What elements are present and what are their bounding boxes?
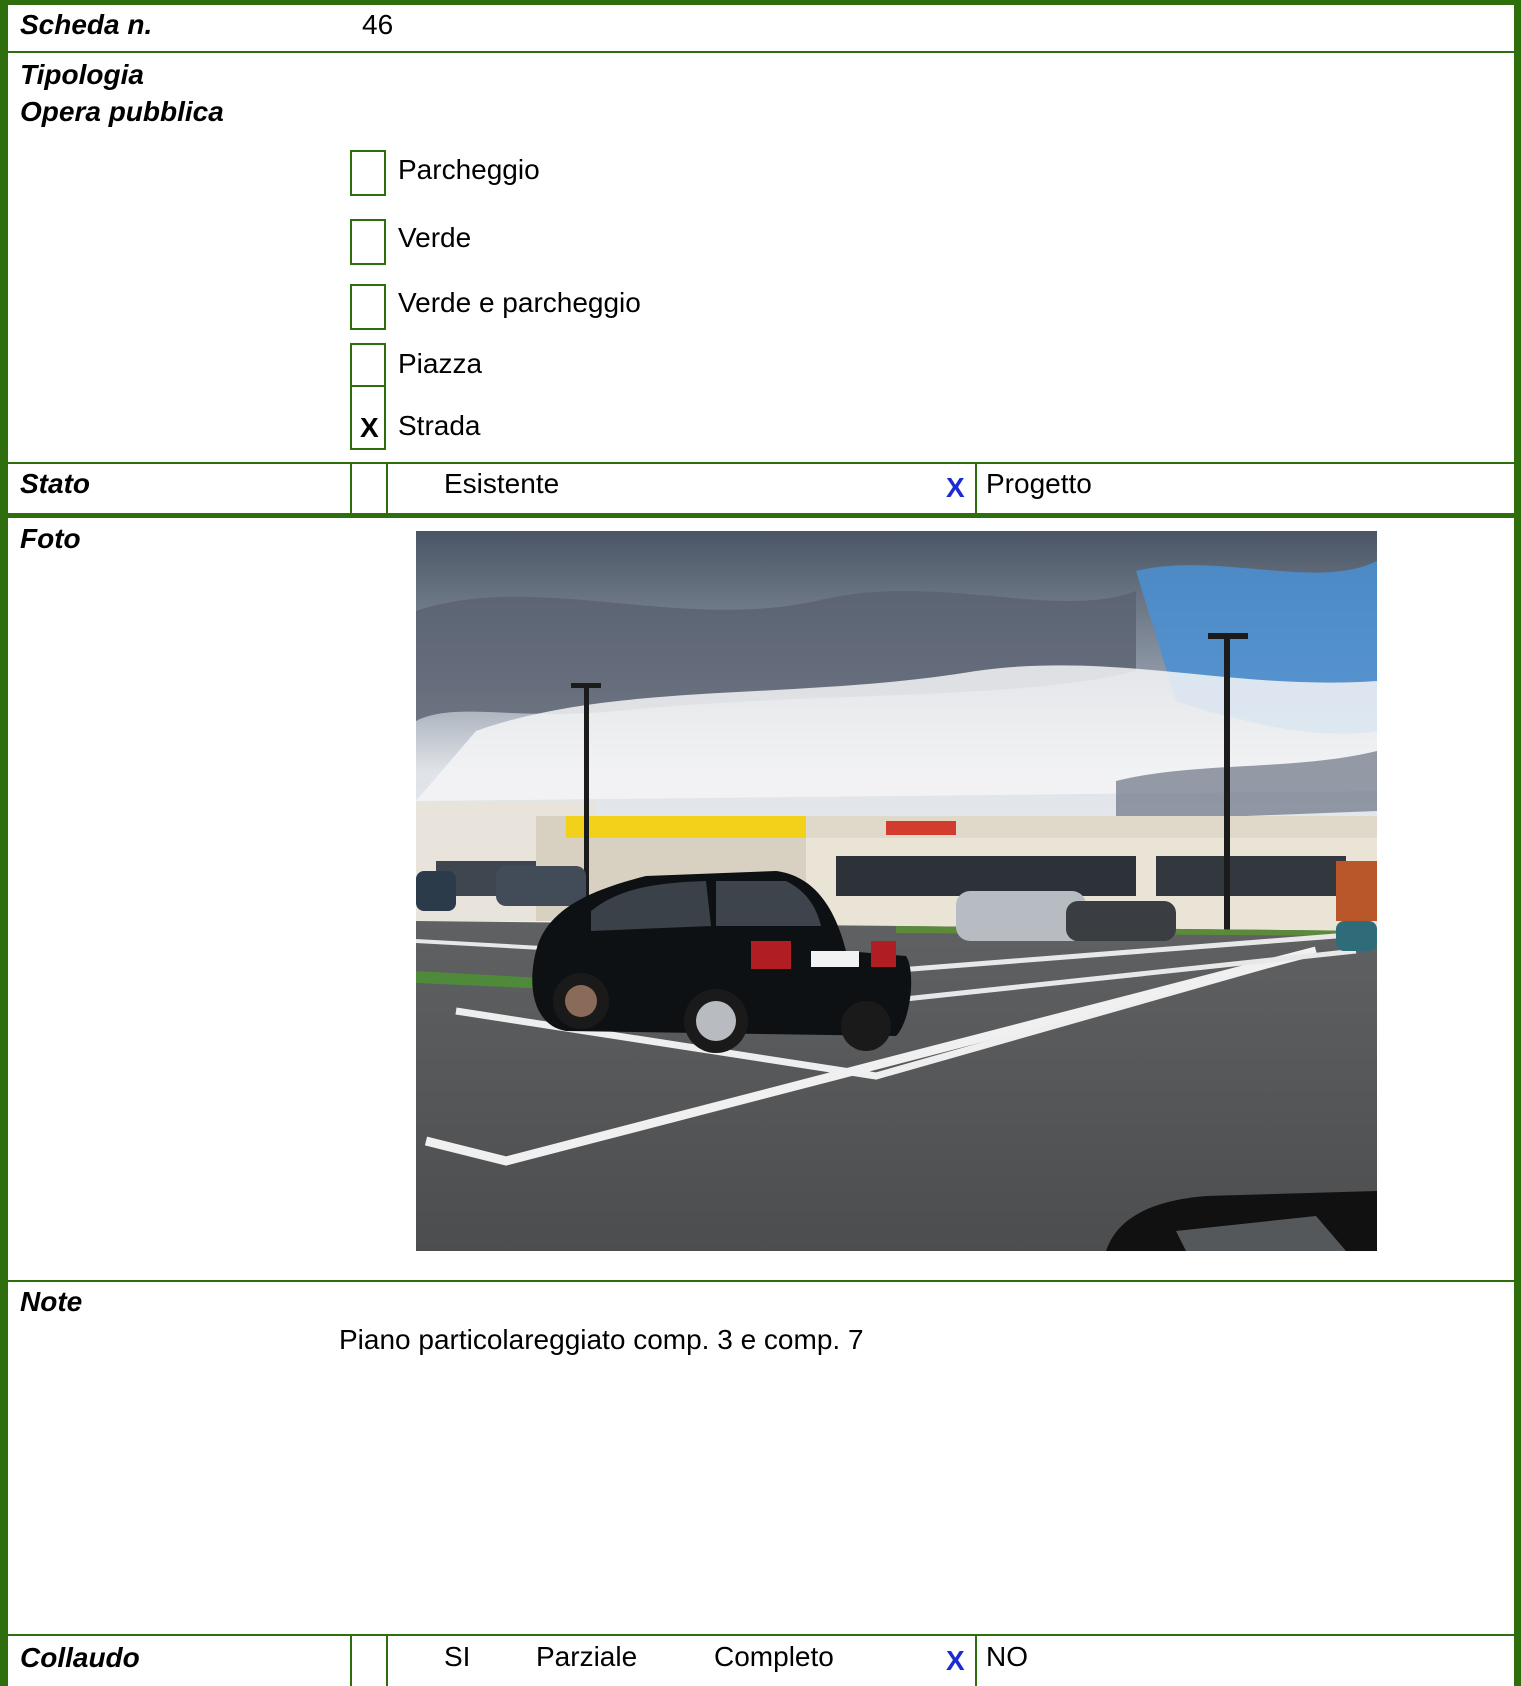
scheda-divider bbox=[328, 0, 350, 5]
tipologia-label: Tipologia bbox=[20, 59, 144, 90]
collaudo-completo-label[interactable]: Completo bbox=[714, 1640, 834, 1674]
collaudo-divider-c bbox=[975, 1634, 977, 1686]
progetto-mark[interactable]: X bbox=[946, 472, 965, 504]
row-divider-3 bbox=[8, 513, 1514, 518]
collaudo-divider-b bbox=[386, 1634, 388, 1686]
row-divider-4 bbox=[8, 1280, 1514, 1282]
collaudo-no-label[interactable]: NO bbox=[986, 1640, 1028, 1674]
photo-image bbox=[416, 531, 1377, 1251]
collaudo-label: Collaudo bbox=[20, 1642, 140, 1673]
border-right bbox=[1514, 0, 1521, 1686]
collaudo-si-label[interactable]: SI bbox=[444, 1640, 470, 1674]
checkbox-strada[interactable]: X bbox=[350, 385, 386, 450]
collaudo-divider-a bbox=[350, 1634, 352, 1686]
border-left bbox=[0, 0, 8, 1686]
option-parcheggio-label: Parcheggio bbox=[398, 154, 540, 185]
stato-divider-b bbox=[386, 462, 388, 514]
stato-progetto-label[interactable]: Progetto bbox=[986, 467, 1092, 501]
tipologia-sublabel: Opera pubblica bbox=[20, 96, 224, 127]
option-piazza-label: Piazza bbox=[398, 348, 483, 379]
option-verde-e-parcheggio-label: Verde e parcheggio bbox=[398, 287, 641, 318]
row-divider-1 bbox=[8, 51, 1514, 53]
checkbox-piazza[interactable] bbox=[350, 343, 386, 387]
row-divider-2 bbox=[8, 462, 1514, 464]
scheda-form: Scheda n. 46 Tipologia Opera pubblica Pa… bbox=[0, 0, 1521, 1686]
checkbox-verde[interactable] bbox=[350, 219, 386, 265]
stato-divider-a bbox=[350, 462, 352, 514]
scheda-label: Scheda n. bbox=[20, 9, 153, 40]
stato-esistente-label[interactable]: Esistente bbox=[444, 467, 559, 501]
scheda-number: 46 bbox=[362, 9, 394, 40]
collaudo-parziale-label[interactable]: Parziale bbox=[536, 1640, 637, 1674]
stato-label: Stato bbox=[20, 468, 90, 499]
stato-divider-c bbox=[975, 462, 977, 514]
row-divider-5 bbox=[8, 1634, 1514, 1636]
note-text: Piano particolareggiato comp. 3 e comp. … bbox=[339, 1324, 864, 1355]
checkbox-verde-e-parcheggio[interactable] bbox=[350, 284, 386, 330]
option-strada-label: Strada bbox=[398, 410, 481, 441]
option-verde-label: Verde bbox=[398, 222, 472, 253]
note-label: Note bbox=[20, 1286, 83, 1317]
strada-mark: X bbox=[360, 412, 379, 443]
foto-label: Foto bbox=[20, 523, 81, 554]
photo-parking-lot bbox=[416, 531, 1377, 1251]
border-top bbox=[0, 0, 1521, 5]
collaudo-no-mark[interactable]: X bbox=[946, 1645, 965, 1677]
checkbox-parcheggio[interactable] bbox=[350, 150, 386, 196]
